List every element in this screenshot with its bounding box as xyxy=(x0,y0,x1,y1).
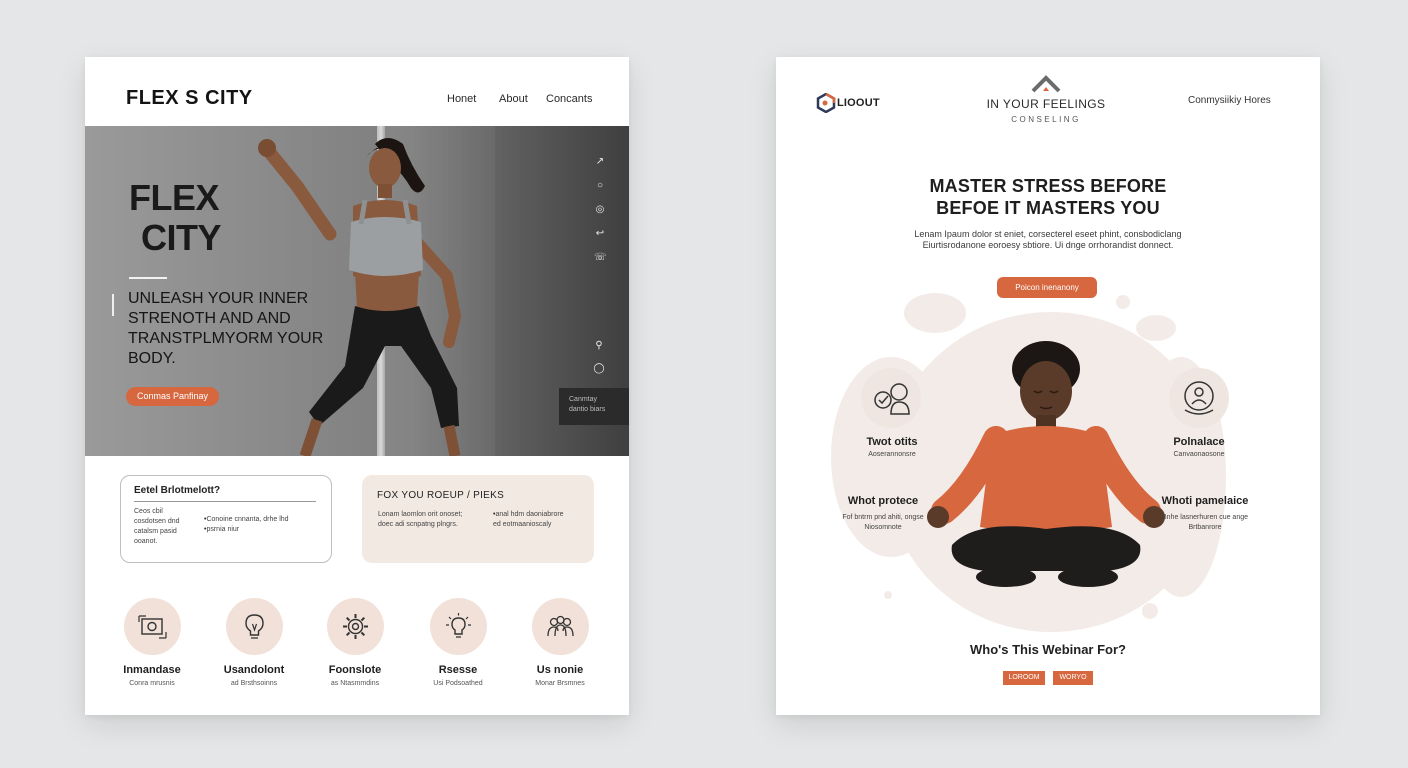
nav-about-link[interactable]: About xyxy=(499,93,528,105)
stress-icon xyxy=(861,368,921,428)
info-card-filled: FOX YOU ROEUP / PIEKS Lonam laomlon orit… xyxy=(362,475,594,563)
hero-title: FLEX CITY xyxy=(129,177,222,258)
house-logo-icon xyxy=(1031,75,1061,93)
feature-item[interactable]: Foonslote as Ntasmmdins xyxy=(310,598,400,687)
feature-label: Whoti pamelaice xyxy=(1161,495,1249,507)
feature-sub: Fof bntrm pnd ahiti, ongse Niosomnote xyxy=(842,514,924,531)
feature-item[interactable]: Usandolont ad Brsthsoinns xyxy=(209,598,299,687)
tag-button[interactable]: LOROOM xyxy=(1003,671,1045,685)
feature-sub: Canvaonaosone xyxy=(1173,451,1225,458)
feature-label: Whot protece xyxy=(847,495,919,507)
circle-icon[interactable]: ◯ xyxy=(593,363,605,375)
feature-sub: Conra mrusnis xyxy=(129,680,175,687)
camera-icon[interactable]: ◎ xyxy=(594,204,606,216)
gear-icon xyxy=(326,598,384,655)
brand-subtitle: CONSELING xyxy=(1011,115,1081,124)
feature-item[interactable]: Inmandase Conra mrusnis xyxy=(107,598,197,687)
headline-line1: MASTER STRESS BEFORE xyxy=(929,176,1167,196)
hero-accent-bar xyxy=(112,294,114,316)
register-button[interactable]: Poicon inenanony xyxy=(997,277,1097,298)
flex-city-page-card: FLEX S CITY Honet About Concants FLEX CI… xyxy=(85,57,629,715)
hero-banner: FLEX CITY UNLEASH YOUR INNER STRENOTH AN… xyxy=(85,126,629,456)
hero-info-box: Canmtay dantio biars xyxy=(559,388,629,425)
brand-block[interactable]: IN YOUR FEELINGS CONSELING xyxy=(956,75,1136,124)
arrow-icon[interactable]: ↗ xyxy=(594,156,606,168)
chat-icon[interactable]: ○ xyxy=(594,180,606,192)
hero-social-icons: ↗ ○ ◎ ↩ ☏ xyxy=(590,156,610,276)
info-card-title: FOX YOU ROEUP / PIEKS xyxy=(377,490,505,501)
info-box-line1: Canmtay xyxy=(569,396,598,403)
brand-title: IN YOUR FEELINGS xyxy=(986,97,1106,111)
info-box-line2: dantio biars xyxy=(569,406,606,413)
hero-subtitle: UNLEASH YOUR INNER STRENOTH AND AND TRAN… xyxy=(128,290,324,367)
page-description: Lenam Ipaum dolor st eniet, corsecterel … xyxy=(876,229,1220,251)
page-headline: MASTER STRESS BEFORE BEFOE IT MASTERS YO… xyxy=(776,175,1320,219)
info-card-title: Eetel Brlotmelott? xyxy=(134,485,221,496)
info-card-bullets: Conoine cnnanta, drhe lhd psrnia niur xyxy=(204,515,314,535)
decorative-blob xyxy=(904,293,966,333)
phone-icon[interactable]: ☏ xyxy=(594,252,607,264)
lightbulb-icon xyxy=(225,598,283,655)
decorative-blob xyxy=(1116,295,1130,309)
people-icon xyxy=(531,598,589,655)
info-card-bullet: psrnia niur xyxy=(204,525,314,535)
site-logo[interactable]: FLEX S CITY xyxy=(126,87,253,110)
info-card-bullet: anal hdm daoniabrore xyxy=(493,510,588,520)
decorative-blob xyxy=(1142,603,1158,619)
feature-sub: Monar Brsmnes xyxy=(535,680,585,687)
feature-sub: Usi Podsoathed xyxy=(433,680,483,687)
nav-contacts-link[interactable]: Concants xyxy=(546,93,592,105)
info-card-text: Ceos cbil cosdotsen dnd catalsm pasid oo… xyxy=(134,508,180,545)
info-card-bullets: anal hdm daoniabrore ed eotmaanioscaly xyxy=(493,510,588,530)
info-card-bullet: Conoine cnnanta, drhe lhd xyxy=(204,515,314,525)
hexagon-logo-icon xyxy=(816,93,836,113)
camera-icon xyxy=(123,598,181,655)
link-icon[interactable]: ↩ xyxy=(594,228,606,240)
feature-label: Rsesse xyxy=(438,664,478,676)
nav-link[interactable]: Conmysiikiy Hores xyxy=(1188,95,1271,106)
partner-logo-text: LIOOUT xyxy=(837,97,880,109)
info-card-divider xyxy=(134,501,316,502)
feature-sub: Aoserannonsre xyxy=(868,451,916,458)
nav-home-link[interactable]: Honet xyxy=(447,93,476,105)
decorative-blob xyxy=(884,591,892,599)
meditating-person-illustration xyxy=(927,341,1165,587)
search-icon[interactable]: ⚲ xyxy=(593,340,605,352)
feature-label: Us nonie xyxy=(536,664,584,676)
headline-line2: BEFOE IT MASTERS YOU xyxy=(936,198,1160,218)
info-card-outline: Eetel Brlotmelott? Ceos cbil cosdotsen d… xyxy=(120,475,332,563)
hero-title-line1: FLEX xyxy=(129,177,220,218)
idea-icon xyxy=(429,598,487,655)
feature-label: Foonslote xyxy=(328,664,382,676)
feature-item[interactable]: Rsesse Usi Podsoathed xyxy=(413,598,503,687)
info-card-text: ed eotmaanioscaly xyxy=(493,521,552,528)
hero-title-line2: CITY xyxy=(141,217,222,258)
feature-label: Inmandase xyxy=(123,664,181,676)
feature-sub: as Ntasmmdins xyxy=(330,680,380,687)
hero-cta-button[interactable]: Conmas Panfinay xyxy=(126,387,219,406)
tag-button[interactable]: WORYO xyxy=(1053,671,1093,685)
mindfulness-icon xyxy=(1169,368,1229,428)
feature-sub: ad Brsthsoinns xyxy=(230,680,278,687)
site-header: FLEX S CITY Honet About Concants xyxy=(85,57,629,126)
section-title: Who's This Webinar For? xyxy=(970,642,1126,657)
counseling-page-card: LIOOUT IN YOUR FEELINGS CONSELING Conmys… xyxy=(776,57,1320,715)
feature-sub: Bnhe lasnerhuren cue ange Brtbanrore xyxy=(1161,514,1248,531)
info-card-text: Lonam laomlon orit onoset; doec adi scnp… xyxy=(378,511,463,528)
feature-item[interactable]: Us nonie Monar Brsmnes xyxy=(515,598,605,687)
description-line2: Eiurtisrodanone eoroesy sbtiore. Ui dnge… xyxy=(922,240,1174,250)
feature-label: Polnalace xyxy=(1173,436,1225,448)
feature-label: Usandolont xyxy=(223,664,285,676)
hero-divider xyxy=(129,277,167,279)
decorative-blob xyxy=(1136,315,1176,341)
description-line1: Lenam Ipaum dolor st eniet, corsecterel … xyxy=(914,229,1182,239)
feature-label: Twot otits xyxy=(866,436,918,448)
